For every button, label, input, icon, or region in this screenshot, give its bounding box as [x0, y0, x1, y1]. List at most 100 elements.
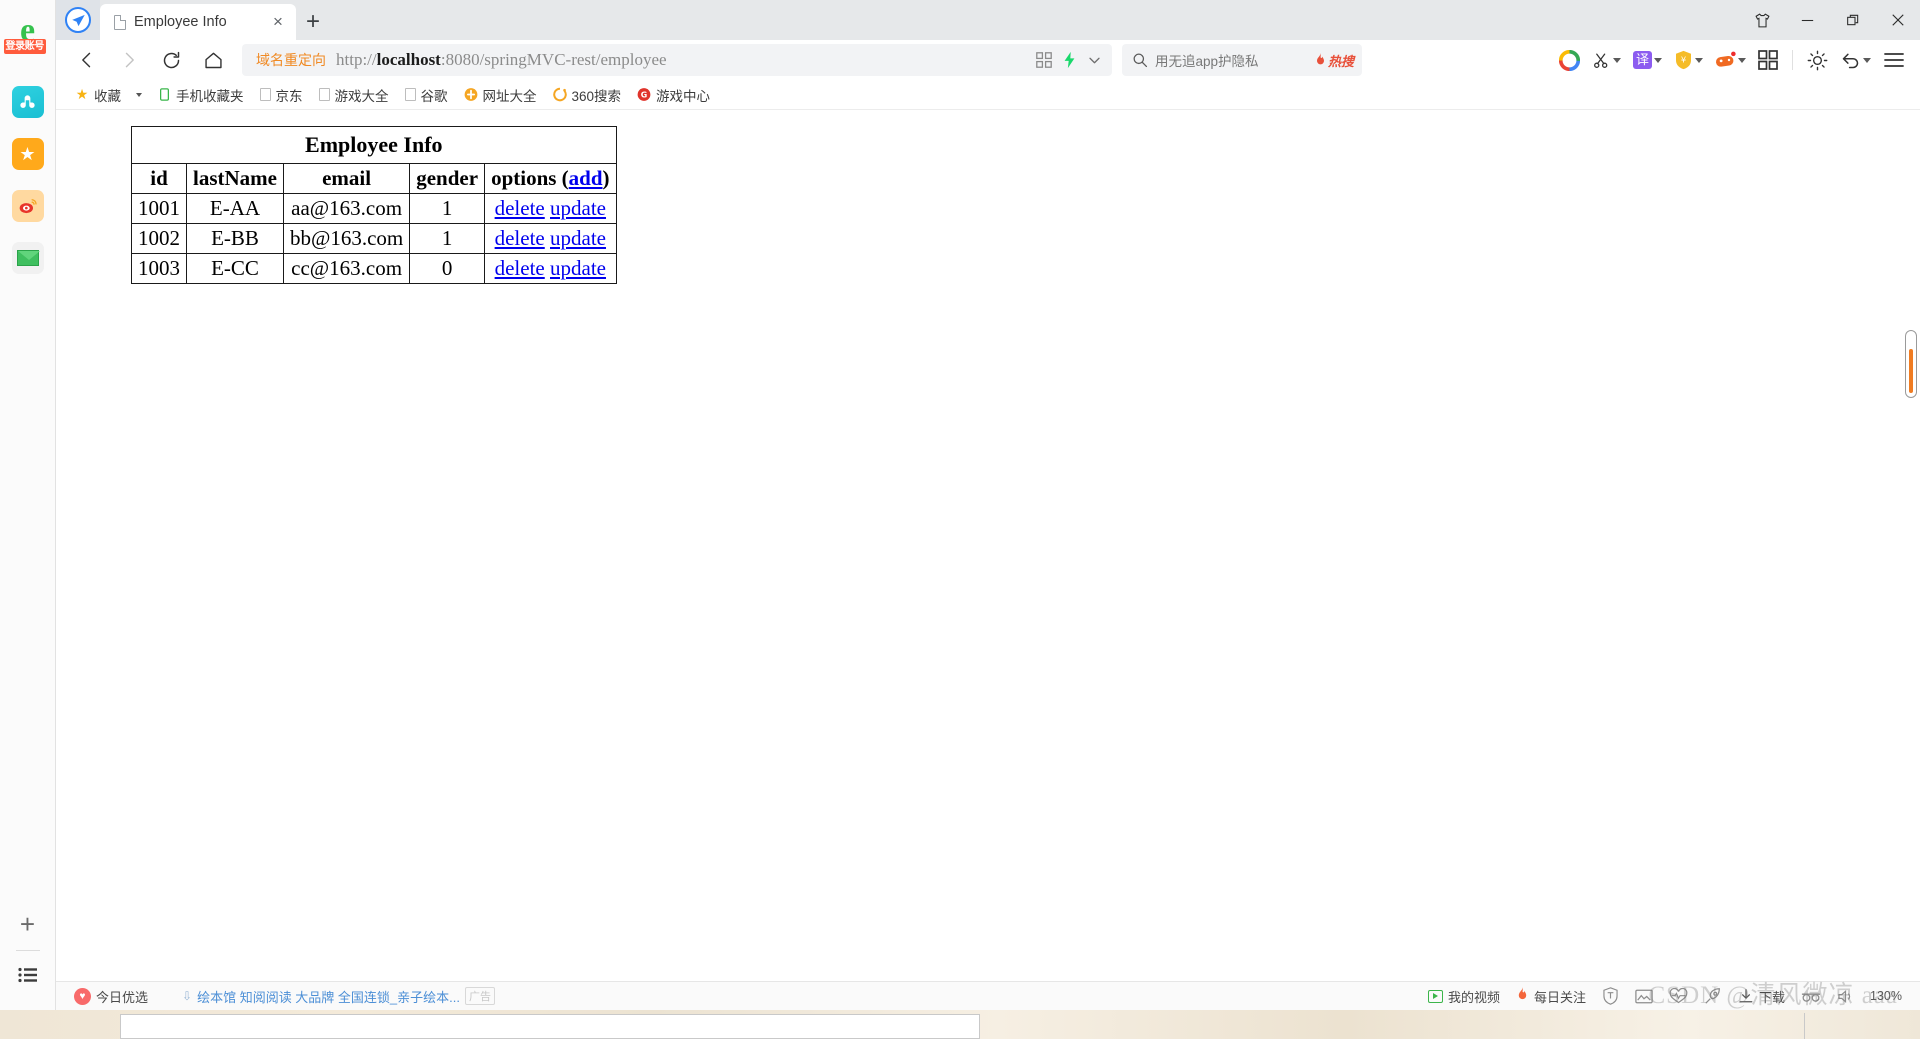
chevron-down-icon[interactable]: [1612, 57, 1621, 63]
apps-grid-icon[interactable]: [1753, 43, 1783, 77]
cell-email: cc@163.com: [282, 253, 411, 284]
update-link[interactable]: update: [550, 196, 606, 220]
ad-text[interactable]: 绘本馆 知阅阅读 大品牌 全国连锁_亲子绘本...: [197, 987, 460, 1006]
image-button[interactable]: [1627, 988, 1661, 1005]
paper-plane-icon: [65, 7, 91, 33]
sidebar-item-weibo[interactable]: [11, 190, 44, 222]
qr-code-icon[interactable]: [1036, 52, 1052, 68]
chevron-down-icon[interactable]: [1738, 57, 1746, 63]
table-body: 1001 E-AA aa@163.com 1 delete update 100…: [131, 193, 617, 284]
bookmark-hao123[interactable]: 网址大全: [457, 82, 544, 108]
minimize-button[interactable]: [1785, 0, 1830, 40]
sidebar-list-button[interactable]: [17, 967, 38, 988]
search-input[interactable]: 用无追app护隐私 热搜: [1122, 44, 1362, 76]
sidebar-item-mail[interactable]: [11, 242, 44, 274]
download-button[interactable]: 下载: [1730, 987, 1793, 1006]
status-ad[interactable]: ⇩ 绘本馆 知阅阅读 大品牌 全国连锁_亲子绘本... 广告: [174, 987, 503, 1006]
bookmark-google[interactable]: 谷歌: [398, 82, 455, 108]
scrollbar-thumb[interactable]: [1909, 349, 1913, 393]
col-header-lastname: lastName: [186, 163, 284, 194]
svg-text:G: G: [641, 91, 647, 100]
delete-link[interactable]: delete: [495, 196, 545, 220]
cell-options: delete update: [484, 253, 617, 284]
bookmark-label: 游戏中心: [656, 88, 711, 104]
table-caption: Employee Info: [131, 126, 617, 164]
redirect-tag: 域名重定向: [256, 52, 326, 68]
scissors-screenshot-icon[interactable]: [1587, 43, 1626, 77]
bookmark-mobile-favorites[interactable]: 手机收藏夹: [150, 82, 251, 108]
home-icon: [204, 52, 222, 68]
image-icon: [1635, 989, 1653, 1003]
bookmark-label: 网址大全: [482, 88, 537, 104]
back-button[interactable]: [66, 43, 108, 77]
my-video-button[interactable]: 我的视频: [1420, 987, 1508, 1006]
restore-button[interactable]: [1830, 0, 1875, 40]
incognito-button[interactable]: [1793, 989, 1829, 1003]
update-link[interactable]: update: [550, 226, 606, 250]
brightness-icon[interactable]: [1802, 43, 1833, 77]
delete-link[interactable]: delete: [495, 256, 545, 280]
col-header-options: options (add): [484, 163, 617, 194]
rocket-button[interactable]: [1696, 987, 1730, 1005]
security-shield-button[interactable]: [1594, 987, 1627, 1005]
doc-icon: [404, 88, 416, 101]
navigator-logo-button[interactable]: [56, 0, 100, 40]
bookmarks-dropdown-icon[interactable]: [136, 92, 142, 97]
sidebar-item-cloud[interactable]: [11, 86, 44, 118]
chevron-down-icon[interactable]: [1087, 53, 1102, 68]
chevron-down-icon[interactable]: [1863, 57, 1871, 63]
daily-focus-button[interactable]: 每日关注: [1508, 987, 1594, 1006]
lightning-icon[interactable]: [1062, 51, 1077, 69]
bookmark-label: 收藏: [94, 88, 121, 104]
weibo-icon: [19, 199, 37, 214]
tab-employee-info[interactable]: Employee Info ×: [100, 4, 296, 40]
search-icon: [1133, 53, 1148, 68]
volume-button[interactable]: [1829, 989, 1862, 1004]
vertical-scrollbar[interactable]: [1905, 330, 1917, 398]
undo-icon[interactable]: [1835, 43, 1876, 77]
bookmark-favorites[interactable]: ★ 收藏: [68, 82, 128, 108]
menu-icon[interactable]: [1878, 43, 1910, 77]
game-controller-icon[interactable]: [1710, 43, 1751, 77]
chevron-double-down-icon[interactable]: ⇩: [182, 989, 192, 1003]
delete-link[interactable]: delete: [495, 226, 545, 250]
shopping-shield-icon[interactable]: ¥: [1669, 43, 1708, 77]
chevron-left-icon: [82, 52, 91, 68]
url-text: http://localhost:8080/springMVC-rest/emp…: [336, 50, 667, 69]
bookmark-label: 谷歌: [420, 88, 448, 104]
today-pick-button[interactable]: ♥ 今日优选: [66, 987, 156, 1006]
skin-button[interactable]: [1740, 0, 1785, 40]
home-button[interactable]: [192, 43, 234, 77]
zoom-level[interactable]: 130%: [1862, 989, 1910, 1003]
chevron-down-icon[interactable]: [1654, 57, 1662, 63]
forward-button[interactable]: [108, 43, 150, 77]
navigation-toolbar: 域名重定向 http://localhost:8080/springMVC-re…: [56, 40, 1920, 80]
heartbeat-button[interactable]: [1661, 987, 1696, 1005]
bookmark-games[interactable]: 游戏大全: [312, 82, 396, 108]
close-icon[interactable]: ×: [268, 12, 288, 32]
bookmark-game-center[interactable]: G 游戏中心: [630, 82, 717, 108]
hot-search-badge[interactable]: 热搜: [1314, 51, 1354, 70]
login-account-badge[interactable]: 登录账号: [3, 39, 46, 54]
chevron-down-icon[interactable]: [1695, 57, 1703, 63]
bookmark-jd[interactable]: 京东: [253, 82, 310, 108]
sidebar-add-button[interactable]: +: [20, 909, 35, 940]
employee-table: Employee Info id lastName email gender o…: [131, 126, 617, 284]
sidebar-item-favorites[interactable]: ★: [11, 138, 44, 170]
360-logo-icon[interactable]: [1554, 43, 1585, 77]
close-button[interactable]: [1875, 0, 1920, 40]
reload-button[interactable]: [150, 43, 192, 77]
tab-title: Employee Info: [134, 14, 227, 30]
game-center-icon: G: [637, 88, 651, 102]
update-link[interactable]: update: [550, 256, 606, 280]
bookmark-360-search[interactable]: 360搜索: [546, 82, 629, 108]
browser-account-logo[interactable]: e 登录账号: [3, 14, 50, 66]
new-tab-button[interactable]: +: [296, 4, 330, 40]
translate-icon[interactable]: 译: [1628, 43, 1667, 77]
add-link[interactable]: add: [569, 166, 603, 190]
download-icon: [1739, 989, 1753, 1003]
search-placeholder: 用无追app护隐私: [1155, 54, 1259, 69]
address-bar[interactable]: 域名重定向 http://localhost:8080/springMVC-re…: [242, 44, 1112, 76]
heart-icon: ♥: [74, 987, 91, 1005]
bookmark-label: 京东: [275, 88, 303, 104]
